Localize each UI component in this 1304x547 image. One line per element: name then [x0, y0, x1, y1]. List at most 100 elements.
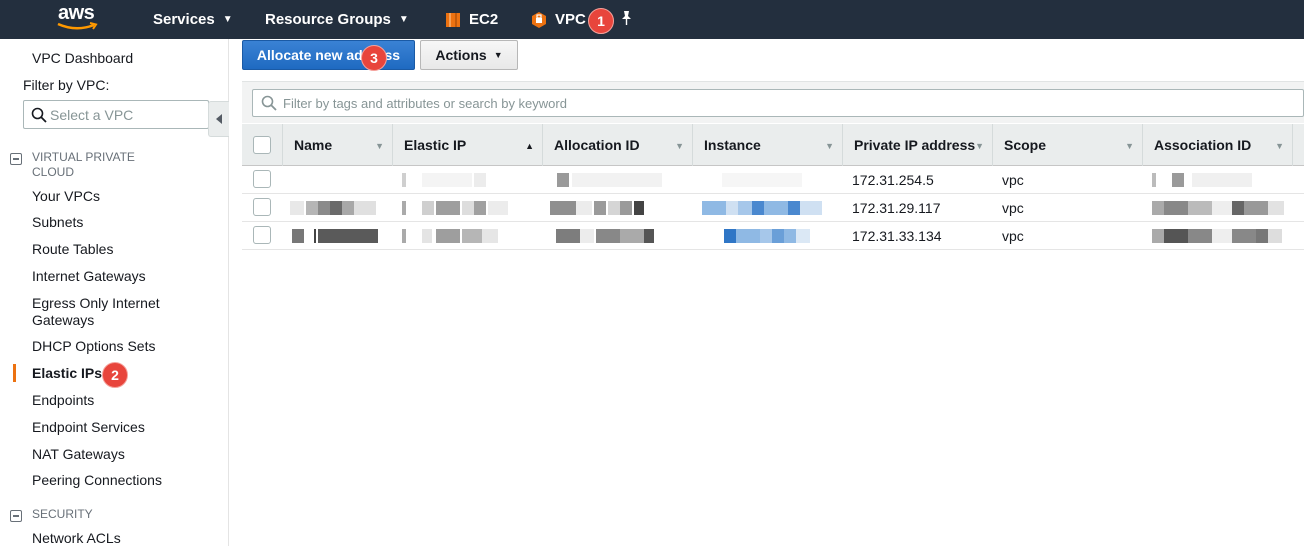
redacted-allocation-id [556, 229, 666, 243]
column-header-elastic-ip[interactable]: Elastic IP ▲ [392, 124, 542, 166]
table-header: Name ▼ Elastic IP ▲ Allocation ID ▼ Instanc… [242, 124, 1304, 166]
ec2-shortcut[interactable]: EC2 [445, 0, 498, 39]
sidebar-item-endpoint-services[interactable]: Endpoint Services [32, 419, 145, 436]
collapse-section-icon [10, 510, 22, 522]
sidebar-item-nat-gateways[interactable]: NAT Gateways [32, 446, 125, 463]
sidebar-item-your-vpcs[interactable]: Your VPCs [32, 188, 100, 205]
scope-cell: vpc [1002, 199, 1024, 216]
collapse-sidebar-button[interactable] [208, 101, 229, 137]
column-label: Allocation ID [554, 137, 640, 153]
section-label: VIRTUAL PRIVATE CLOUD [32, 150, 135, 179]
actions-button-label: Actions [435, 47, 487, 63]
table-row[interactable]: 172.31.29.117 vpc [242, 194, 1304, 222]
filter-bar: Filter by tags and attributes or search … [242, 81, 1304, 123]
redacted-association-id [1152, 173, 1282, 187]
vpc-shortcut[interactable]: VPC [531, 0, 586, 39]
sidebar-item-vpc-dashboard[interactable]: VPC Dashboard [32, 50, 133, 67]
redacted-name [290, 201, 380, 215]
private-ip-cell: 172.31.33.134 [852, 227, 942, 244]
sort-icon: ▼ [1125, 141, 1134, 151]
redacted-elastic-ip [402, 229, 512, 243]
resource-groups-label: Resource Groups [265, 11, 391, 28]
private-ip-cell: 172.31.254.5 [852, 171, 934, 188]
column-label: Name [294, 137, 333, 153]
column-label: Scope [1004, 137, 1047, 153]
vpc-filter-placeholder: Select a VPC [50, 106, 134, 123]
resource-groups-menu[interactable]: Resource Groups ▼ [265, 0, 409, 39]
sidebar-item-endpoints[interactable]: Endpoints [32, 392, 94, 409]
redacted-instance [702, 173, 822, 187]
sidebar-item-egress-only-internet-gateways[interactable]: Egress Only Internet Gateways [32, 295, 182, 329]
vpc-icon [532, 11, 546, 28]
column-header-allocation-id[interactable]: Allocation ID ▼ [542, 124, 692, 166]
column-header-scope[interactable]: Scope ▼ [992, 124, 1142, 166]
chevron-down-icon: ▼ [493, 50, 503, 60]
sidebar: VPC Dashboard Filter by VPC: Select a VP… [0, 39, 229, 546]
chevron-down-icon: ▼ [398, 14, 409, 25]
row-checkbox[interactable] [253, 226, 271, 244]
sidebar-item-internet-gateways[interactable]: Internet Gateways [32, 268, 146, 285]
sidebar-item-subnets[interactable]: Subnets [32, 214, 83, 231]
column-header-association-id[interactable]: Association ID ▼ [1142, 124, 1292, 166]
vpc-filter-select[interactable]: Select a VPC [23, 100, 209, 129]
column-label: Instance [704, 137, 761, 153]
allocate-new-address-button[interactable]: Allocate new address [242, 40, 415, 70]
private-ip-cell: 172.31.29.117 [852, 199, 941, 216]
sort-icon: ▼ [675, 141, 684, 151]
aws-smile-icon [57, 22, 98, 30]
redacted-allocation-id [552, 173, 672, 187]
sidebar-item-dhcp-options-sets[interactable]: DHCP Options Sets [32, 338, 155, 355]
chevron-down-icon: ▼ [222, 14, 233, 25]
services-menu[interactable]: Services ▼ [153, 0, 233, 39]
sort-icon: ▼ [825, 141, 834, 151]
column-header-overflow [1292, 124, 1304, 166]
ec2-label: EC2 [469, 11, 499, 28]
scope-cell: vpc [1002, 171, 1024, 188]
top-nav-bar: aws Services ▼ Resource Groups ▼ EC2 VPC… [0, 0, 1304, 39]
table-row[interactable]: 172.31.254.5 vpc [242, 166, 1304, 194]
vpc-label: VPC [555, 11, 586, 28]
section-virtual-private-cloud[interactable]: VIRTUAL PRIVATE CLOUD [10, 150, 160, 180]
search-placeholder: Filter by tags and attributes or search … [283, 95, 567, 111]
active-item-indicator [13, 364, 16, 382]
pin-icon[interactable] [619, 10, 633, 26]
select-all-checkbox[interactable] [253, 136, 271, 154]
redacted-elastic-ip [402, 201, 512, 215]
sidebar-item-elastic-ips[interactable]: Elastic IPs [32, 365, 102, 382]
redacted-association-id [1152, 201, 1287, 215]
table-row[interactable]: 172.31.33.134 vpc [242, 222, 1304, 250]
sidebar-item-network-acls[interactable]: Network ACLs [32, 530, 121, 547]
search-icon [31, 107, 47, 123]
redacted-association-id [1152, 229, 1287, 243]
elastic-ips-table: Name ▼ Elastic IP ▲ Allocation ID ▼ Instanc… [242, 124, 1304, 250]
search-input[interactable]: Filter by tags and attributes or search … [252, 89, 1304, 117]
section-security[interactable]: SECURITY [10, 507, 160, 522]
callout-badge-3: 3 [361, 45, 387, 71]
ec2-icon [446, 12, 460, 27]
redacted-allocation-id [550, 201, 670, 215]
sort-icon: ▼ [1275, 141, 1284, 151]
column-label: Private IP address [854, 137, 976, 153]
scope-cell: vpc [1002, 227, 1024, 244]
column-label: Elastic IP [404, 137, 467, 153]
sort-icon: ▼ [975, 141, 984, 151]
sidebar-item-route-tables[interactable]: Route Tables [32, 241, 113, 258]
actions-button[interactable]: Actions ▼ [420, 40, 518, 70]
callout-badge-2: 2 [102, 362, 128, 388]
column-header-private-ip[interactable]: Private IP address ▼ [842, 124, 992, 166]
column-header-name[interactable]: Name ▼ [282, 124, 392, 166]
services-label: Services [153, 11, 215, 28]
row-checkbox[interactable] [253, 198, 271, 216]
callout-badge-1: 1 [588, 8, 614, 34]
redacted-name [292, 229, 382, 243]
sort-icon: ▼ [375, 141, 384, 151]
aws-logo[interactable]: aws [56, 2, 102, 34]
search-icon [261, 95, 277, 111]
section-label: SECURITY [32, 507, 93, 521]
sidebar-item-peering-connections[interactable]: Peering Connections [32, 472, 162, 489]
redacted-instance [712, 229, 822, 243]
filter-by-vpc-label: Filter by VPC: [23, 77, 110, 93]
column-header-instance[interactable]: Instance ▼ [692, 124, 842, 166]
column-label: Association ID [1154, 137, 1252, 153]
row-checkbox[interactable] [253, 170, 271, 188]
